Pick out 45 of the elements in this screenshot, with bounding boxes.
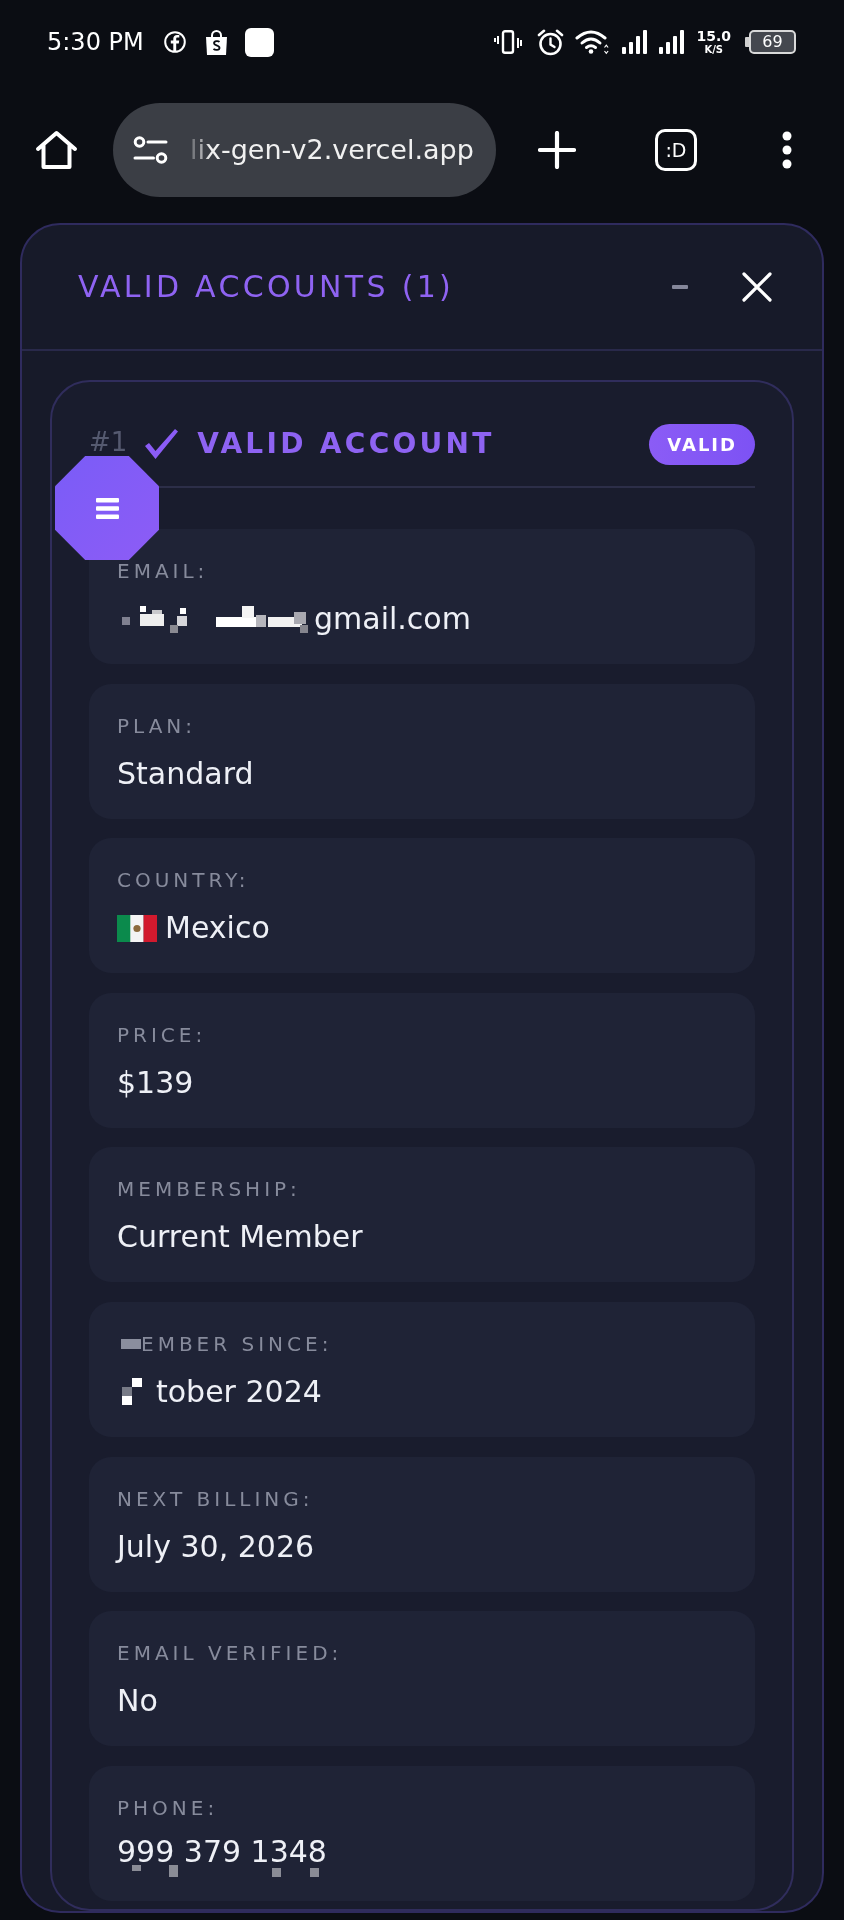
menu-icon[interactable]	[95, 497, 119, 519]
field-label: EMBER SINCE:	[141, 1333, 333, 1354]
wifi-icon	[575, 29, 610, 55]
field-value: 999 379 1348	[117, 1837, 327, 1865]
close-icon[interactable]	[742, 272, 772, 302]
field-value: gmail.com	[314, 601, 471, 637]
address-bar[interactable]: lix-gen-v2.vercel.app	[113, 103, 496, 197]
account-number: #1	[89, 431, 128, 453]
field-label: MEMBERSHIP:	[117, 1179, 301, 1200]
alarm-clock-icon	[537, 28, 565, 56]
signal-icon	[622, 30, 648, 54]
field-label: EMAIL VERIFIED:	[117, 1643, 343, 1664]
network-speed: 15.0	[696, 29, 731, 44]
account-title: VALID ACCOUNT	[197, 427, 495, 461]
status-time: 5:30 PM	[47, 27, 144, 57]
more-options-icon[interactable]	[782, 131, 792, 169]
field-value: $139	[117, 1064, 194, 1101]
field-label: PLAN:	[117, 715, 197, 736]
circle-f-logo-icon	[163, 31, 186, 53]
status-badge: VALID	[649, 423, 755, 465]
url-text: lix-gen-v2.vercel.app	[190, 133, 474, 167]
network-speed-unit: K/S	[704, 44, 724, 55]
field-value: Standard	[117, 755, 254, 792]
field-label: EMAIL:	[117, 561, 209, 581]
battery-indicator: 69	[745, 30, 796, 54]
app-square-icon	[244, 27, 274, 57]
site-settings-icon[interactable]	[133, 136, 168, 164]
field-label: PRICE:	[117, 1024, 207, 1045]
flag-icon	[117, 914, 157, 942]
vibrate-icon	[494, 30, 523, 54]
field-label: COUNTRY:	[117, 870, 250, 891]
panel-title: VALID ACCOUNTS (1)	[78, 269, 455, 305]
field-label: NEXT BILLING:	[117, 1488, 314, 1509]
signal-icon	[659, 30, 685, 54]
shopping-bag-icon	[204, 29, 228, 55]
field-value: Mexico	[165, 910, 270, 947]
field-label: PHONE:	[117, 1797, 219, 1818]
check-icon	[144, 428, 179, 460]
field-value: tober 2024	[156, 1373, 322, 1410]
field-value: Current Member	[117, 1219, 363, 1256]
tab-switcher-button[interactable]: :D	[655, 129, 697, 171]
field-value: No	[117, 1683, 158, 1720]
new-tab-icon[interactable]	[538, 131, 576, 169]
home-icon[interactable]	[35, 130, 78, 170]
field-value: July 30, 2026	[117, 1528, 315, 1565]
